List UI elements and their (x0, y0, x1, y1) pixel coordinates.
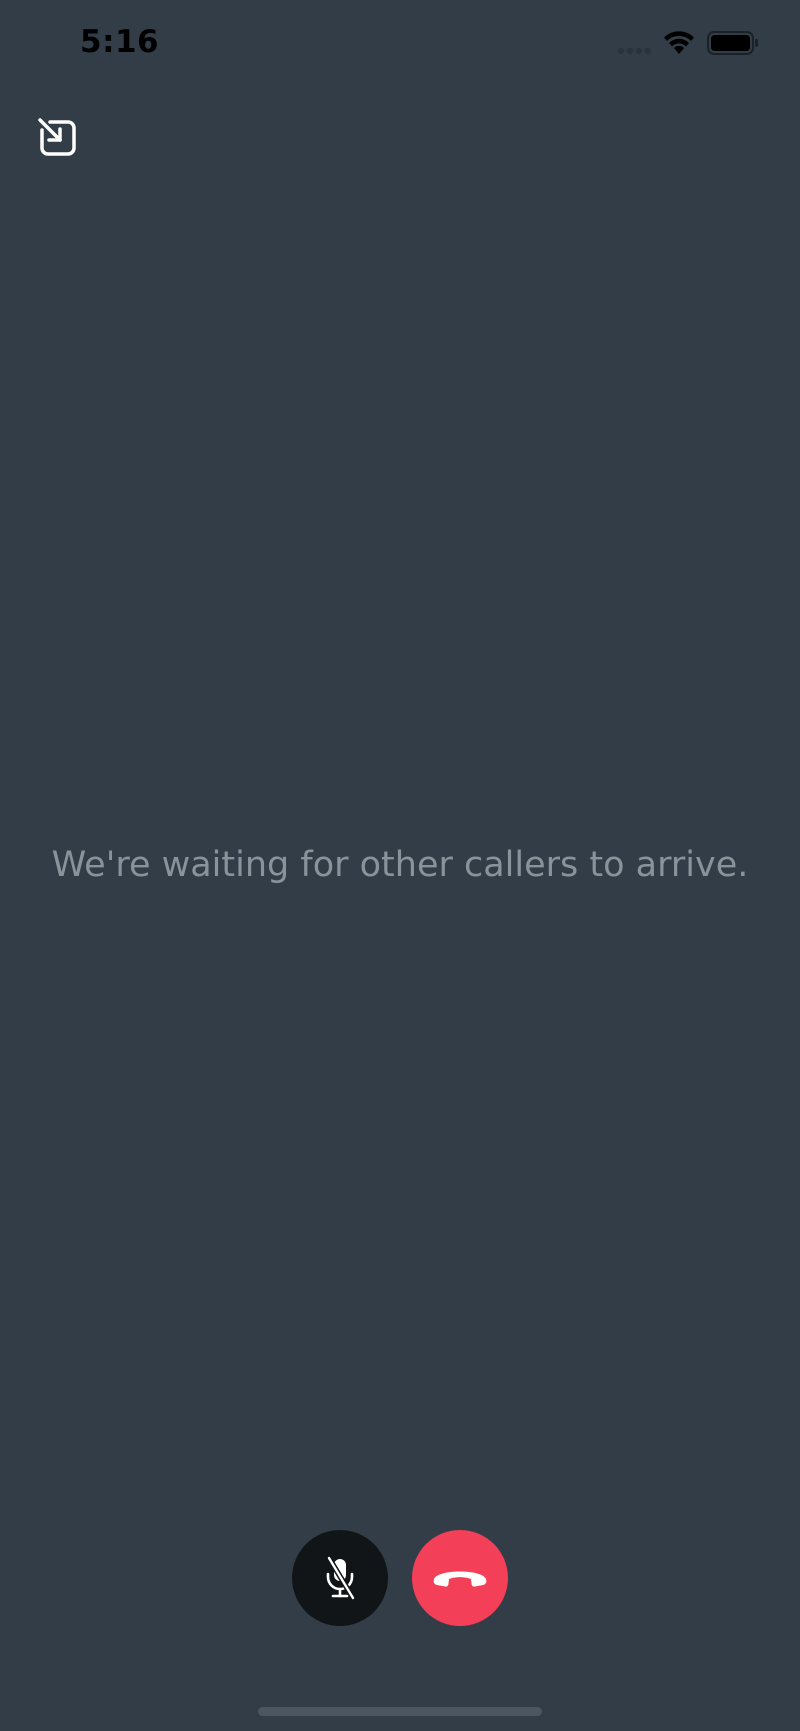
minimize-button[interactable] (36, 116, 80, 160)
status-bar: 5:16 (0, 0, 800, 90)
cellular-signal-icon (617, 47, 652, 55)
wifi-icon (664, 31, 694, 54)
call-screen: 5:16 We're waiting for other callers to … (0, 0, 800, 1731)
home-indicator (258, 1707, 542, 1716)
battery-icon (707, 31, 758, 55)
minimize-arrow-icon (38, 118, 76, 156)
status-time: 5:16 (80, 24, 160, 60)
phone-hangup-icon (433, 1571, 487, 1587)
microphone-muted-icon (326, 1556, 356, 1600)
hangup-button[interactable] (412, 1530, 508, 1626)
call-controls (0, 1530, 800, 1626)
mute-button[interactable] (292, 1530, 388, 1626)
waiting-message: We're waiting for other callers to arriv… (51, 845, 749, 885)
